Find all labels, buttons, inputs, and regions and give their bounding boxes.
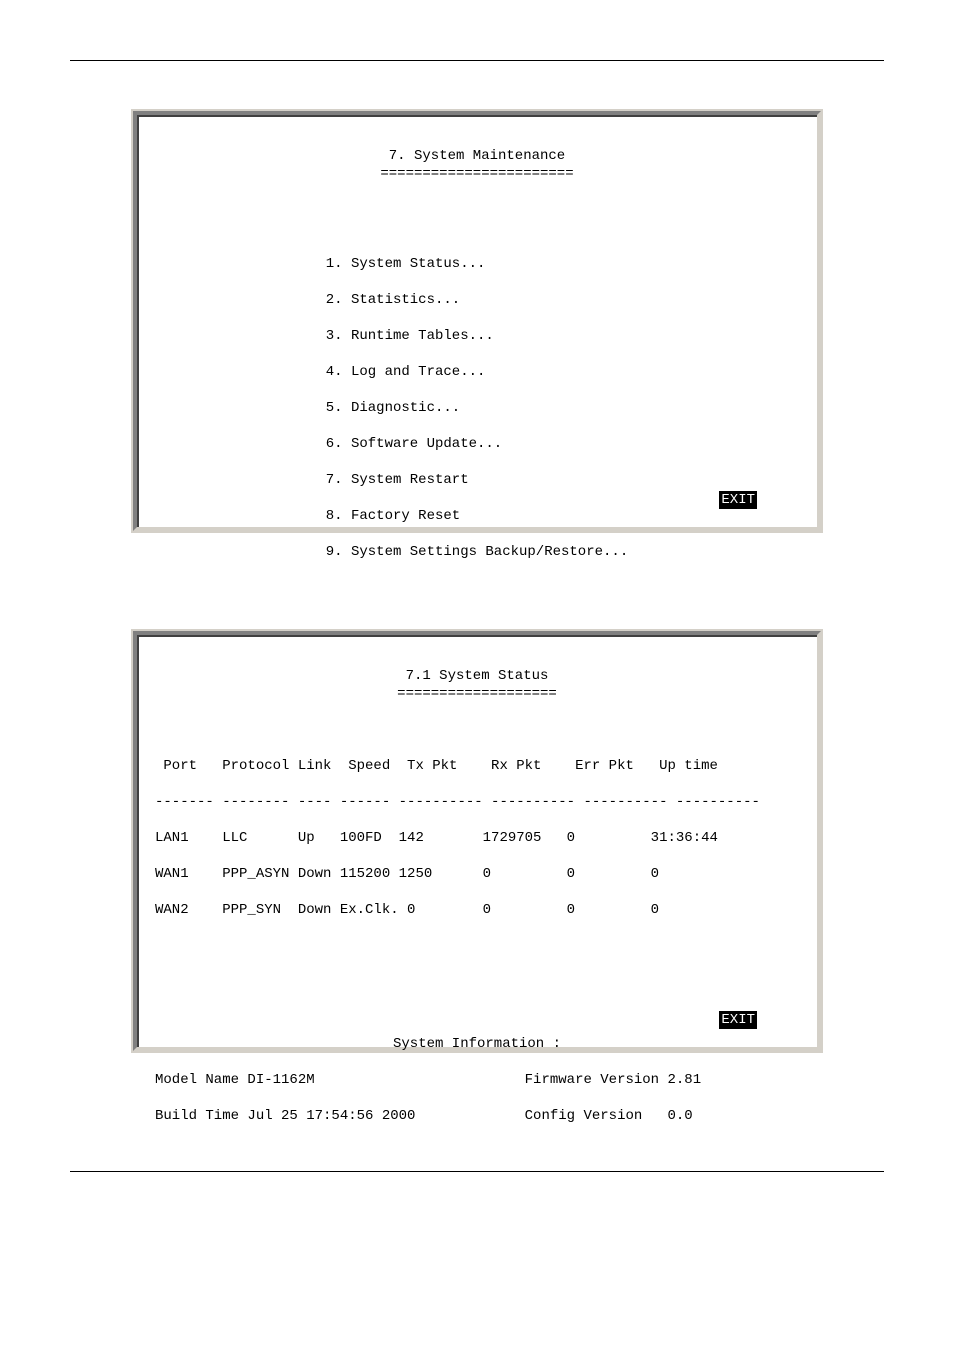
screen1-menu: 1. System Status... 2. Statistics... 3. … bbox=[326, 237, 628, 579]
menu-item-6[interactable]: 6. Software Update... bbox=[326, 435, 628, 453]
menu-item-8[interactable]: 8. Factory Reset bbox=[326, 507, 628, 525]
menu-item-7[interactable]: 7. System Restart bbox=[326, 471, 628, 489]
screen2-content: 7.1 System Status=================== Por… bbox=[155, 649, 799, 1161]
menu-item-3[interactable]: 3. Runtime Tables... bbox=[326, 327, 628, 345]
sysinfo-line1: Model Name DI-1162M Firmware Version 2.8… bbox=[155, 1071, 799, 1089]
sysinfo-title: System Information : bbox=[393, 1036, 561, 1052]
page: 7. System Maintenance===================… bbox=[0, 0, 954, 1232]
screen2-wrap: 7.1 System Status=================== Por… bbox=[0, 631, 954, 1051]
menu-item-5[interactable]: 5. Diagnostic... bbox=[326, 399, 628, 417]
screen2-underline: =================== bbox=[155, 685, 799, 703]
table-divider: ------- -------- ---- ------ ---------- … bbox=[155, 793, 799, 811]
screen1-underline: ======================= bbox=[155, 165, 799, 183]
menu-item-2[interactable]: 2. Statistics... bbox=[326, 291, 628, 309]
screen2-panel: 7.1 System Status=================== Por… bbox=[133, 631, 821, 1051]
screen1-title: 7. System Maintenance bbox=[155, 147, 799, 165]
screen1-panel: 7. System Maintenance===================… bbox=[133, 111, 821, 531]
sysinfo-line2: Build Time Jul 25 17:54:56 2000 Config V… bbox=[155, 1107, 799, 1125]
screen2-title: 7.1 System Status bbox=[155, 667, 799, 685]
table-row: LAN1 LLC Up 100FD 142 1729705 0 31:36:44 bbox=[155, 829, 799, 847]
menu-item-4[interactable]: 4. Log and Trace... bbox=[326, 363, 628, 381]
table-row: WAN2 PPP_SYN Down Ex.Clk. 0 0 0 0 bbox=[155, 901, 799, 919]
menu-item-1[interactable]: 1. System Status... bbox=[326, 255, 628, 273]
screen2-exit-button[interactable]: EXIT bbox=[719, 1011, 757, 1029]
screen1-content: 7. System Maintenance===================… bbox=[155, 129, 799, 615]
screen1-wrap: 7. System Maintenance===================… bbox=[0, 111, 954, 531]
top-rule bbox=[70, 60, 884, 61]
table-header: Port Protocol Link Speed Tx Pkt Rx Pkt E… bbox=[155, 757, 799, 775]
menu-item-9[interactable]: 9. System Settings Backup/Restore... bbox=[326, 543, 628, 561]
table-row: WAN1 PPP_ASYN Down 115200 1250 0 0 0 bbox=[155, 865, 799, 883]
screen1-exit-button[interactable]: EXIT bbox=[719, 491, 757, 509]
bottom-rule bbox=[70, 1171, 884, 1172]
